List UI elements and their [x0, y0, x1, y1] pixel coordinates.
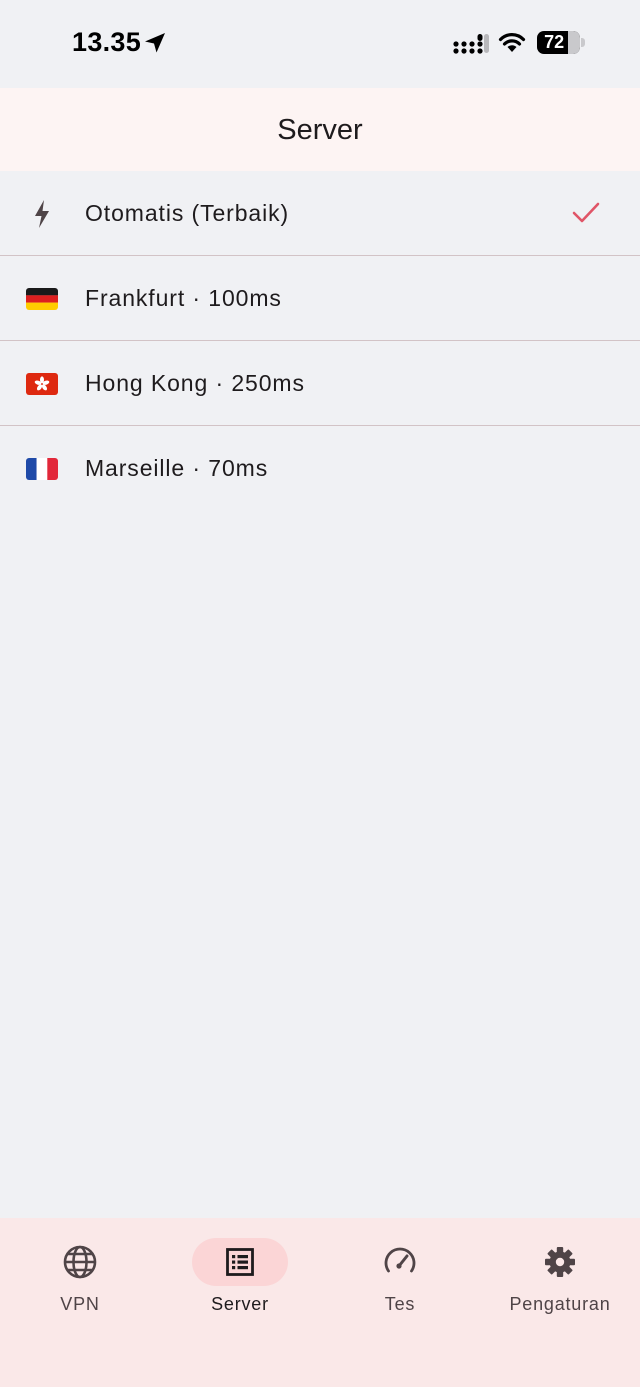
nav-item-vpn[interactable]: VPN: [0, 1218, 160, 1328]
check-icon: [572, 202, 600, 223]
cellular-signal-icon: [453, 34, 489, 54]
battery-level: 72: [544, 32, 565, 52]
location-arrow-icon: [145, 33, 165, 53]
bolt-icon: [26, 199, 58, 229]
hong-kong-flag-icon: [26, 369, 58, 399]
server-item-frankfurt[interactable]: Frankfurt · 100ms: [0, 256, 640, 341]
nav-label-vpn: VPN: [60, 1294, 100, 1314]
server-label: Otomatis (Terbaik): [85, 200, 290, 226]
status-time: 13.35: [72, 27, 142, 57]
speedometer-icon: [384, 1247, 416, 1273]
server-label: Frankfurt · 100ms: [85, 285, 282, 311]
battery-cap: [581, 38, 585, 47]
server-label: Marseille · 70ms: [85, 455, 269, 481]
server-item-marseille[interactable]: Marseille · 70ms: [0, 426, 640, 511]
app-bar: Server: [0, 88, 640, 171]
nav-item-tes[interactable]: Tes: [320, 1218, 480, 1328]
server-item-hong-kong[interactable]: Hong Kong · 250ms: [0, 341, 640, 426]
nav-label-server: Server: [211, 1294, 269, 1314]
france-flag-icon: [26, 454, 58, 484]
wifi-icon: [498, 33, 526, 52]
gear-icon: [545, 1247, 575, 1277]
nav-label-tes: Tes: [384, 1294, 416, 1314]
nav-item-pengaturan[interactable]: Pengaturan: [480, 1218, 640, 1328]
germany-flag-icon: [26, 284, 58, 314]
status-bar: 13.35 72: [0, 0, 640, 88]
nav-label-pengaturan: Pengaturan: [509, 1294, 611, 1314]
server-item-auto[interactable]: Otomatis (Terbaik): [0, 171, 640, 256]
server-label: Hong Kong · 250ms: [85, 370, 305, 396]
server-list: Otomatis (Terbaik) Frankfurt · 100ms Hon…: [0, 171, 640, 511]
globe-icon: [63, 1245, 97, 1279]
page-title: Server: [277, 114, 363, 146]
nav-item-server[interactable]: Server: [160, 1218, 320, 1328]
server-list-icon: [226, 1248, 254, 1276]
bottom-nav: VPN Server Tes Pengaturan: [0, 1218, 640, 1387]
battery-icon: 72: [537, 31, 580, 54]
